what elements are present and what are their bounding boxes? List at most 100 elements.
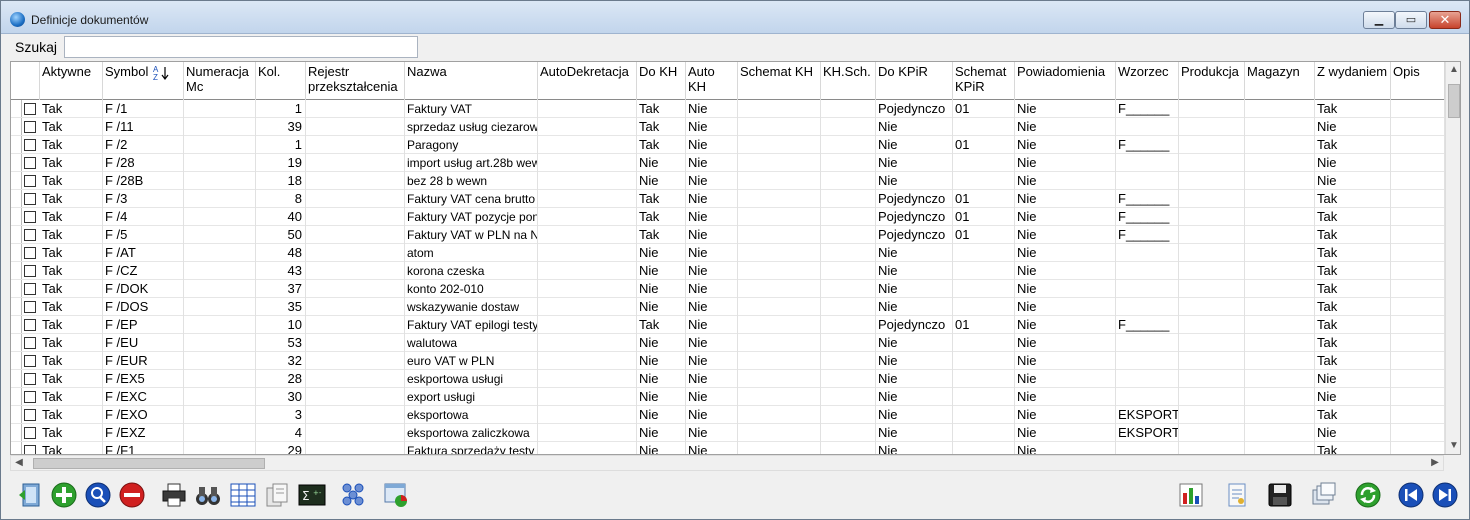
row-checkbox[interactable] [24,121,36,133]
header-kh-sch[interactable]: KH.Sch. [821,62,876,100]
cell-empty[interactable] [1179,154,1245,172]
cell-symbol[interactable]: F /CZ [103,262,184,280]
cell-empty[interactable] [738,388,821,406]
cell-empty[interactable] [1391,334,1445,352]
cell-wzorzec[interactable]: F______ [1116,226,1179,244]
cell-schkpir[interactable]: 01 [953,208,1015,226]
cell-zwyd[interactable]: Nie [1315,118,1391,136]
cell-pow[interactable]: Nie [1015,406,1116,424]
cell-empty[interactable] [821,370,876,388]
cell-symbol[interactable]: F /EXC [103,388,184,406]
cell-pow[interactable]: Nie [1015,136,1116,154]
cell-wzorzec[interactable] [1116,244,1179,262]
cell-dokh[interactable]: Nie [637,406,686,424]
cell-empty[interactable] [1179,208,1245,226]
cell-kol[interactable]: 30 [256,388,306,406]
cell-dokpir[interactable]: Nie [876,154,953,172]
cell-empty[interactable] [538,442,637,454]
cell-aktywne[interactable]: Tak [40,100,103,118]
cell-empty[interactable] [1391,298,1445,316]
cell-zwyd[interactable]: Nie [1315,154,1391,172]
cell-autokh[interactable]: Nie [686,190,738,208]
cell-pow[interactable]: Nie [1015,316,1116,334]
cell-empty[interactable] [538,244,637,262]
save-icon[interactable] [1266,481,1294,509]
cell-empty[interactable] [1179,118,1245,136]
table-row[interactable]: Tak F /EP 10 Faktury VAT epilogi testy Tak Ni… [11,316,1445,334]
cell-nazwa[interactable]: atom [405,244,538,262]
cell-empty[interactable] [1391,208,1445,226]
cell-zwyd[interactable]: Nie [1315,172,1391,190]
table-row[interactable]: Tak F /AT 48 atom Nie Nie Nie Nie Tak [11,244,1445,262]
cell-pow[interactable]: Nie [1015,172,1116,190]
table-row[interactable]: Tak F /CZ 43 korona czeska Nie Nie Nie Nie Tak [11,262,1445,280]
copy-icon[interactable] [1310,481,1338,509]
cell-dokpir[interactable]: Nie [876,424,953,442]
cell-empty[interactable] [1391,172,1445,190]
cell-dokpir[interactable]: Nie [876,352,953,370]
cell-empty[interactable] [1179,298,1245,316]
cell-dokh[interactable]: Nie [637,172,686,190]
table-row[interactable]: Tak F /F1 29 Faktura sprzedaży testy Nie Nie N… [11,442,1445,454]
cell-aktywne[interactable]: Tak [40,352,103,370]
cell-empty[interactable] [306,190,405,208]
cell-empty[interactable] [184,118,256,136]
cell-kol[interactable]: 29 [256,442,306,454]
table-row[interactable]: Tak F /EXO 3 eksportowa Nie Nie Nie Nie EKSPORT T… [11,406,1445,424]
cell-dokpir[interactable]: Pojedynczo [876,316,953,334]
scroll-left-icon[interactable]: ◀ [11,456,27,470]
cell-symbol[interactable]: F /EXZ [103,424,184,442]
cell-dokh[interactable]: Nie [637,154,686,172]
cell-empty[interactable] [1179,388,1245,406]
cell-dokpir[interactable]: Nie [876,442,953,454]
filter-grid-icon[interactable] [229,481,257,509]
cell-pow[interactable]: Nie [1015,334,1116,352]
header-nazwa[interactable]: Nazwa [405,62,538,100]
cell-empty[interactable] [738,118,821,136]
cell-empty[interactable] [306,334,405,352]
cell-autokh[interactable]: Nie [686,352,738,370]
cell-dokpir[interactable]: Pojedynczo [876,226,953,244]
cell-autokh[interactable]: Nie [686,172,738,190]
cell-wzorzec[interactable] [1116,262,1179,280]
cell-empty[interactable] [1245,262,1315,280]
cell-kol[interactable]: 1 [256,136,306,154]
add-icon[interactable] [50,481,78,509]
cell-pow[interactable]: Nie [1015,118,1116,136]
cell-empty[interactable] [821,298,876,316]
cell-empty[interactable] [1245,118,1315,136]
cell-empty[interactable] [1179,136,1245,154]
cell-empty[interactable] [1391,136,1445,154]
cell-empty[interactable] [1245,370,1315,388]
maximize-button[interactable]: ▭ [1395,11,1427,29]
cell-empty[interactable] [184,424,256,442]
row-checkbox[interactable] [24,247,36,259]
cell-empty[interactable] [306,100,405,118]
cell-empty[interactable] [538,280,637,298]
cell-empty[interactable] [184,388,256,406]
table-row[interactable]: Tak F /EUR 32 euro VAT w PLN Nie Nie Nie Nie Tak [11,352,1445,370]
cell-schkpir[interactable]: 01 [953,316,1015,334]
chart-icon[interactable] [1177,481,1205,509]
table-row[interactable]: Tak F /EU 53 walutowa Nie Nie Nie Nie Tak [11,334,1445,352]
cell-dokpir[interactable]: Nie [876,118,953,136]
cell-symbol[interactable]: F /EX5 [103,370,184,388]
cell-zwyd[interactable]: Tak [1315,190,1391,208]
cell-empty[interactable] [1391,262,1445,280]
cell-empty[interactable] [538,172,637,190]
cell-empty[interactable] [538,352,637,370]
row-checkbox[interactable] [24,337,36,349]
cell-empty[interactable] [538,136,637,154]
cell-schkpir[interactable] [953,388,1015,406]
cell-empty[interactable] [184,352,256,370]
cell-empty[interactable] [1245,226,1315,244]
cell-wzorzec[interactable]: F______ [1116,190,1179,208]
cell-dokpir[interactable]: Nie [876,172,953,190]
header-autodekretacja[interactable]: AutoDekretacja [538,62,637,100]
cell-empty[interactable] [738,406,821,424]
cell-dokpir[interactable]: Nie [876,370,953,388]
cell-aktywne[interactable]: Tak [40,388,103,406]
cell-empty[interactable] [1179,352,1245,370]
preview-icon[interactable] [84,481,112,509]
cell-empty[interactable] [1391,352,1445,370]
